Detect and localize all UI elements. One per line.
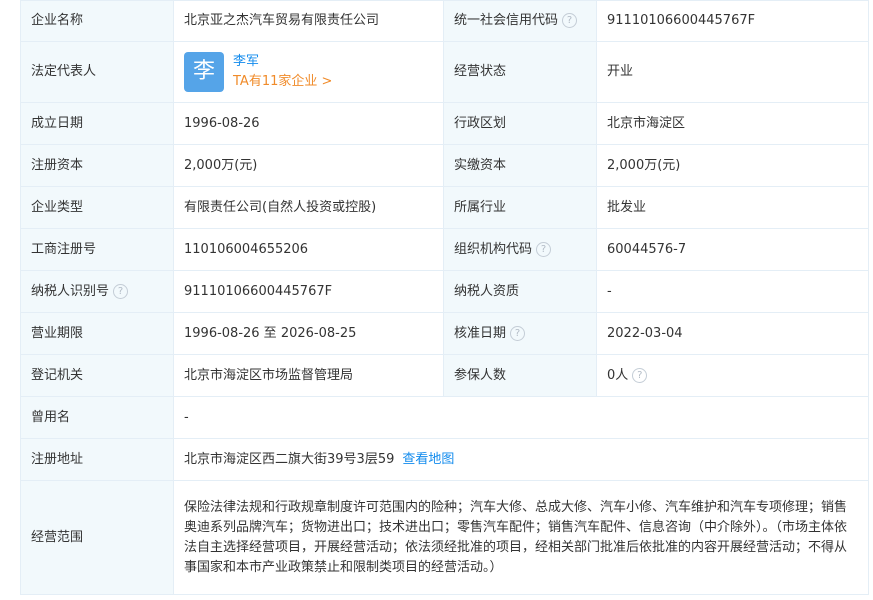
table-row: 工商注册号 110106004655206 组织机构代码? 60044576-7 <box>20 228 869 271</box>
help-icon[interactable]: ? <box>510 325 526 341</box>
help-icon[interactable]: ? <box>536 241 552 257</box>
paid-capital-value: 2,000万(元) <box>596 144 869 187</box>
paid-capital-label: 实缴资本 <box>443 144 597 187</box>
credit-code-value: 91110106600445767F <box>596 0 869 42</box>
region-value: 北京市海淀区 <box>596 102 869 145</box>
registered-address-text: 北京市海淀区西二旗大街39号3层59 <box>184 451 395 467</box>
table-row: 成立日期 1996-08-26 行政区划 北京市海淀区 <box>20 102 869 145</box>
industry-label: 所属行业 <box>443 186 597 229</box>
industry-value: 批发业 <box>596 186 869 229</box>
former-name-label: 曾用名 <box>20 396 174 439</box>
company-type-value: 有限责任公司(自然人投资或控股) <box>173 186 444 229</box>
taxpayer-id-value: 91110106600445767F <box>173 270 444 313</box>
company-name-value: 北京亚之杰汽车贸易有限责任公司 <box>173 0 444 42</box>
org-code-label-text: 组织机构代码 <box>454 241 533 257</box>
registered-address-value: 北京市海淀区西二旗大街39号3层59 查看地图 <box>173 438 869 481</box>
approval-date-label: 核准日期? <box>443 312 597 355</box>
business-term-value: 1996-08-26 至 2026-08-25 <box>173 312 444 355</box>
avatar[interactable]: 李 <box>184 52 224 92</box>
approval-date-label-text: 核准日期 <box>454 325 507 341</box>
business-scope-label: 经营范围 <box>20 480 174 595</box>
credit-code-label-text: 统一社会信用代码 <box>454 13 559 28</box>
registration-authority-value: 北京市海淀区市场监督管理局 <box>173 354 444 397</box>
table-row: 注册地址 北京市海淀区西二旗大街39号3层59 查看地图 <box>20 438 869 481</box>
table-row: 法定代表人 李 李军 TA有11家企业 > 经营状态 开业 <box>20 41 869 103</box>
taxpayer-qualification-value: - <box>596 270 869 313</box>
org-code-value: 60044576-7 <box>596 228 869 271</box>
registered-address-label: 注册地址 <box>20 438 174 481</box>
view-map-link[interactable]: 查看地图 <box>402 452 454 467</box>
org-code-label: 组织机构代码? <box>443 228 597 271</box>
credit-code-label: 统一社会信用代码? <box>443 0 597 42</box>
help-icon[interactable]: ? <box>113 283 129 299</box>
help-icon[interactable]: ? <box>562 13 578 28</box>
table-row: 经营范围 保险法律法规和行政规章制度许可范围内的险种；汽车大修、总成大修、汽车小… <box>20 480 869 595</box>
registration-authority-label: 登记机关 <box>20 354 174 397</box>
taxpayer-qualification-label: 纳税人资质 <box>443 270 597 313</box>
taxpayer-id-label-text: 纳税人识别号 <box>31 283 110 299</box>
reg-number-value: 110106004655206 <box>173 228 444 271</box>
table-row: 登记机关 北京市海淀区市场监督管理局 参保人数 0人? <box>20 354 869 397</box>
company-name-label: 企业名称 <box>20 0 174 42</box>
legal-rep-label: 法定代表人 <box>20 41 174 103</box>
insured-count-text: 0人 <box>607 367 629 383</box>
related-companies-link[interactable]: TA有11家企业 > <box>233 72 332 92</box>
insured-count-value: 0人? <box>596 354 869 397</box>
insured-count-label: 参保人数 <box>443 354 597 397</box>
established-date-value: 1996-08-26 <box>173 102 444 145</box>
legal-rep-value: 李 李军 TA有11家企业 > <box>173 41 444 103</box>
company-type-label: 企业类型 <box>20 186 174 229</box>
taxpayer-id-label: 纳税人识别号? <box>20 270 174 313</box>
business-status-label: 经营状态 <box>443 41 597 103</box>
business-status-value: 开业 <box>596 41 869 103</box>
table-row: 营业期限 1996-08-26 至 2026-08-25 核准日期? 2022-… <box>20 312 869 355</box>
business-scope-value: 保险法律法规和行政规章制度许可范围内的险种；汽车大修、总成大修、汽车小修、汽车维… <box>173 480 869 595</box>
region-label: 行政区划 <box>443 102 597 145</box>
approval-date-value: 2022-03-04 <box>596 312 869 355</box>
established-date-label: 成立日期 <box>20 102 174 145</box>
former-name-value: - <box>173 396 869 439</box>
help-icon[interactable]: ? <box>632 367 648 383</box>
table-row: 曾用名 - <box>20 396 869 439</box>
legal-rep-name-link[interactable]: 李军 <box>233 52 332 72</box>
company-info-table: 企业名称 北京亚之杰汽车贸易有限责任公司 统一社会信用代码? 911101066… <box>20 0 869 595</box>
registered-capital-label: 注册资本 <box>20 144 174 187</box>
registered-capital-value: 2,000万(元) <box>173 144 444 187</box>
table-row: 企业类型 有限责任公司(自然人投资或控股) 所属行业 批发业 <box>20 186 869 229</box>
table-row: 注册资本 2,000万(元) 实缴资本 2,000万(元) <box>20 144 869 187</box>
table-row: 纳税人识别号? 91110106600445767F 纳税人资质 - <box>20 270 869 313</box>
table-row: 企业名称 北京亚之杰汽车贸易有限责任公司 统一社会信用代码? 911101066… <box>20 0 869 42</box>
reg-number-label: 工商注册号 <box>20 228 174 271</box>
business-term-label: 营业期限 <box>20 312 174 355</box>
